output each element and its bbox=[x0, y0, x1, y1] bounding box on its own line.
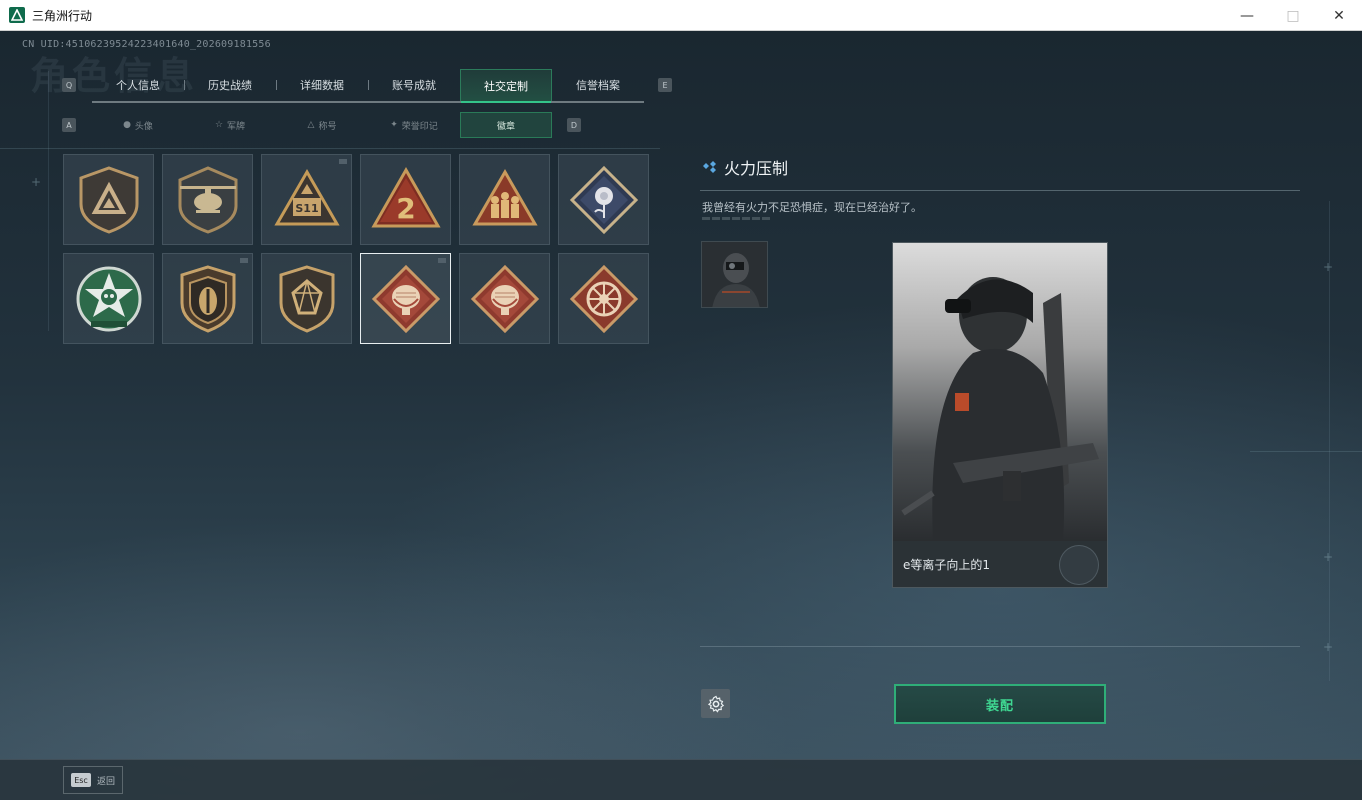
next-subtab-key-hint: D bbox=[567, 118, 581, 132]
new-marker bbox=[438, 258, 446, 263]
window-titlebar: 三角洲行动 — □ ✕ bbox=[0, 0, 1362, 31]
badge-grid: S11 2 bbox=[63, 154, 649, 344]
grid-line bbox=[48, 71, 49, 331]
window-title: 三角洲行动 bbox=[32, 8, 93, 23]
wing-icon: ✦ bbox=[390, 120, 398, 130]
badge-gem-shield[interactable] bbox=[261, 253, 352, 344]
player-uid: CN UID:451062395242234016​40_20260918155… bbox=[22, 39, 271, 50]
badge-description: 我曾经有火力不足恐惧症，现在已经治好了。 bbox=[702, 201, 922, 214]
subtab-dogtag[interactable]: ☆ 军牌 bbox=[184, 112, 276, 138]
equip-button[interactable]: 装配 bbox=[894, 684, 1106, 724]
gem-shield-icon bbox=[279, 264, 334, 333]
operator-card: e等离子向上的1 bbox=[892, 242, 1108, 588]
beast-diamond-icon bbox=[470, 264, 539, 333]
back-label: 返回 bbox=[97, 776, 116, 787]
operator-nameplate: e等离子向上的1 bbox=[893, 541, 1107, 587]
beast-diamond-icon bbox=[371, 264, 440, 333]
badge-s11-triangle[interactable]: S11 bbox=[261, 154, 352, 245]
badge-wheel-diamond[interactable] bbox=[558, 253, 649, 344]
subtab-avatar[interactable]: ● 头像 bbox=[92, 112, 184, 138]
s11-triangle-icon: S11 bbox=[273, 168, 340, 225]
subtab-honor-mark[interactable]: ✦ 荣誉印记 bbox=[368, 112, 460, 138]
prev-tab-key-hint: Q bbox=[62, 78, 76, 92]
badge-number-2-triangle[interactable]: 2 bbox=[360, 154, 451, 245]
esc-key-hint: Esc bbox=[71, 773, 91, 787]
bottom-bar: Esc 返回 bbox=[0, 759, 1362, 800]
tab-reputation[interactable]: 信誉档案 bbox=[552, 69, 644, 101]
number-2-triangle-icon: 2 bbox=[370, 166, 441, 227]
diamond-cluster-icon bbox=[703, 161, 716, 173]
bronze-shield-icon bbox=[180, 264, 235, 333]
badge-bronze-shield[interactable] bbox=[162, 253, 253, 344]
maximize-button[interactable]: □ bbox=[1270, 0, 1316, 31]
triangle-icon: △ bbox=[307, 120, 315, 130]
delta-shield-icon bbox=[79, 165, 138, 234]
badge-detail-title: 火力压制 bbox=[702, 155, 788, 179]
star-icon: ☆ bbox=[214, 120, 224, 130]
settings-button[interactable] bbox=[701, 689, 730, 718]
grid-line bbox=[0, 148, 660, 149]
badge-rose-diamond[interactable] bbox=[558, 154, 649, 245]
subtab-label: 荣誉印记 bbox=[401, 121, 438, 132]
close-button[interactable]: ✕ bbox=[1316, 0, 1362, 31]
subtab-badge[interactable]: 徽章 bbox=[460, 112, 552, 138]
app-logo-icon bbox=[9, 7, 25, 23]
subtab-label: 头像 bbox=[134, 121, 153, 132]
person-icon: ● bbox=[123, 120, 131, 130]
next-tab-key-hint: E bbox=[658, 78, 672, 92]
crosshair-icon: + bbox=[31, 175, 42, 189]
minimize-button[interactable]: — bbox=[1224, 0, 1270, 31]
badge-beast-diamond-2[interactable] bbox=[459, 253, 550, 344]
operator-avatar-thumbnail[interactable] bbox=[701, 241, 768, 308]
badge-helicopter[interactable] bbox=[162, 154, 253, 245]
badge-delta-shield[interactable] bbox=[63, 154, 154, 245]
top-tab-bar: 个人信息 历史战绩 详细数据 账号成就 社交定制 信誉档案 bbox=[92, 69, 644, 103]
sub-tab-bar: ● 头像 ☆ 军牌 △ 称号 ✦ 荣誉印记 徽章 bbox=[92, 112, 552, 138]
new-marker bbox=[240, 258, 248, 263]
new-marker bbox=[339, 159, 347, 164]
badge-squad-triangle[interactable] bbox=[459, 154, 550, 245]
tab-achievements[interactable]: 账号成就 bbox=[368, 69, 460, 101]
subtab-label: 军牌 bbox=[227, 121, 246, 132]
decorative-ring-icon bbox=[1059, 545, 1099, 585]
badge-green-skull-star[interactable] bbox=[63, 253, 154, 344]
badge-beast-diamond[interactable] bbox=[360, 253, 451, 344]
subtab-label: 徽章 bbox=[496, 121, 515, 132]
gear-icon bbox=[707, 695, 724, 713]
tab-history[interactable]: 历史战绩 bbox=[184, 69, 276, 101]
badge-name: 火力压制 bbox=[724, 159, 789, 178]
tab-detailed-data[interactable]: 详细数据 bbox=[276, 69, 368, 101]
operator-figure-image bbox=[901, 277, 1099, 541]
squad-triangle-icon bbox=[471, 168, 538, 225]
svg-text:2: 2 bbox=[396, 192, 415, 225]
subtab-label: 称号 bbox=[318, 121, 337, 132]
divider bbox=[700, 190, 1300, 191]
game-viewport: + + + + 角色信息 CN UID:451062395242234016​4… bbox=[0, 31, 1362, 800]
divider bbox=[700, 646, 1300, 647]
helicopter-icon bbox=[178, 165, 237, 234]
subtab-title[interactable]: △ 称号 bbox=[276, 112, 368, 138]
green-skull-star-icon bbox=[76, 266, 141, 331]
tab-social-customization[interactable]: 社交定制 bbox=[460, 69, 552, 103]
crosshair-icon: + bbox=[1323, 640, 1334, 654]
operator-name: e等离子向上的1 bbox=[903, 558, 991, 572]
svg-text:S11: S11 bbox=[295, 202, 318, 215]
decorative-bar bbox=[702, 217, 772, 220]
wheel-diamond-icon bbox=[569, 264, 638, 333]
operator-avatar-image bbox=[702, 242, 767, 307]
operator-portrait bbox=[893, 243, 1107, 541]
crosshair-icon: + bbox=[1323, 550, 1334, 564]
grid-line bbox=[1250, 451, 1362, 452]
crosshair-icon: + bbox=[1323, 260, 1334, 274]
prev-subtab-key-hint: A bbox=[62, 118, 76, 132]
tab-personal-info[interactable]: 个人信息 bbox=[92, 69, 184, 101]
rose-diamond-icon bbox=[569, 165, 638, 234]
back-button[interactable]: Esc 返回 bbox=[63, 766, 123, 794]
